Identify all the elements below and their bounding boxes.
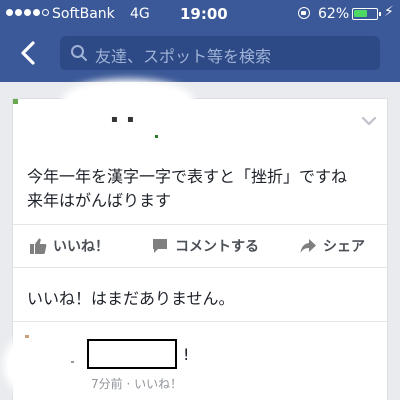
avatar-image-fragment bbox=[71, 361, 74, 363]
signal-dot bbox=[33, 9, 40, 16]
author-avatar[interactable] bbox=[13, 99, 73, 143]
share-arrow-icon bbox=[300, 239, 316, 253]
chevron-left-icon bbox=[21, 41, 35, 65]
post-body: 今年一年を漢字一字で表すと「挫折」ですね 来年はがんばります bbox=[27, 165, 379, 213]
post-card: ▪ ▪ 今年一年を漢字一字で表すと「挫折」ですね 来年はがんばります いいね！ … bbox=[7, 85, 389, 400]
signal-dot bbox=[6, 9, 13, 16]
like-button[interactable]: いいね！ bbox=[29, 225, 109, 267]
avatar-image-fragment bbox=[25, 335, 29, 338]
comment-meta-separator: · bbox=[126, 377, 131, 391]
status-bar: SoftBank 4G 19:00 62% ⚡ bbox=[0, 0, 400, 28]
carrier-name: SoftBank bbox=[52, 6, 115, 22]
signal-strength-icon bbox=[6, 9, 49, 16]
like-button-label: いいね！ bbox=[53, 239, 109, 255]
divider bbox=[13, 267, 389, 268]
post-menu-button[interactable] bbox=[359, 111, 379, 131]
commenter-name-redacted bbox=[87, 339, 177, 369]
comment-button-label: コメントする bbox=[175, 239, 259, 255]
post-text-line: 今年一年を漢字一字で表すと「挫折」ですね bbox=[27, 167, 348, 186]
battery-percent: 62% bbox=[318, 6, 350, 22]
search-placeholder: 友達、スポット等を検索 bbox=[95, 47, 272, 66]
comment-time: 7分前 bbox=[91, 377, 123, 391]
commenter-avatar[interactable] bbox=[7, 333, 79, 397]
post-author-row: ▪ ▪ bbox=[13, 85, 389, 159]
comment-item: ! 7分前 · いいね！ bbox=[7, 323, 389, 400]
search-input[interactable]: 友達、スポット等を検索 bbox=[60, 36, 380, 70]
signal-dot bbox=[15, 9, 22, 16]
status-time: 19:00 bbox=[180, 5, 228, 23]
comment-button[interactable]: コメントする bbox=[151, 225, 259, 267]
post-audience-icon bbox=[155, 135, 158, 138]
charging-bolt-icon: ⚡ bbox=[384, 4, 394, 20]
back-button[interactable] bbox=[12, 36, 46, 70]
avatar-image-fragment bbox=[13, 99, 18, 104]
app-header: SoftBank 4G 19:00 62% ⚡ 友達、スポット等を検索 bbox=[0, 0, 400, 82]
search-icon bbox=[71, 45, 87, 61]
comment-bubble-icon bbox=[153, 239, 167, 253]
signal-dot bbox=[24, 9, 31, 16]
likes-summary: いいね！はまだありません。 bbox=[27, 289, 235, 308]
rotation-lock-icon bbox=[298, 7, 310, 19]
comment-like-link[interactable]: いいね！ bbox=[134, 377, 182, 391]
share-button-label: シェア bbox=[323, 239, 365, 255]
network-type: 4G bbox=[130, 6, 150, 22]
comment-meta: 7分前 · いいね！ bbox=[91, 375, 182, 392]
signal-dot bbox=[42, 9, 49, 16]
post-text-line: 来年はがんばります bbox=[27, 191, 172, 210]
chevron-down-icon bbox=[361, 116, 377, 126]
battery-level bbox=[354, 10, 368, 17]
author-name-redacted bbox=[68, 85, 188, 115]
thumbs-up-icon bbox=[30, 238, 47, 254]
battery-icon bbox=[352, 8, 381, 20]
author-name-fragment: ▪ ▪ bbox=[111, 114, 137, 125]
share-button[interactable]: シェア bbox=[299, 225, 365, 267]
divider bbox=[13, 321, 389, 322]
comment-text: ! bbox=[183, 345, 190, 364]
post-actions-bar: いいね！ コメントする シェア bbox=[13, 225, 389, 267]
